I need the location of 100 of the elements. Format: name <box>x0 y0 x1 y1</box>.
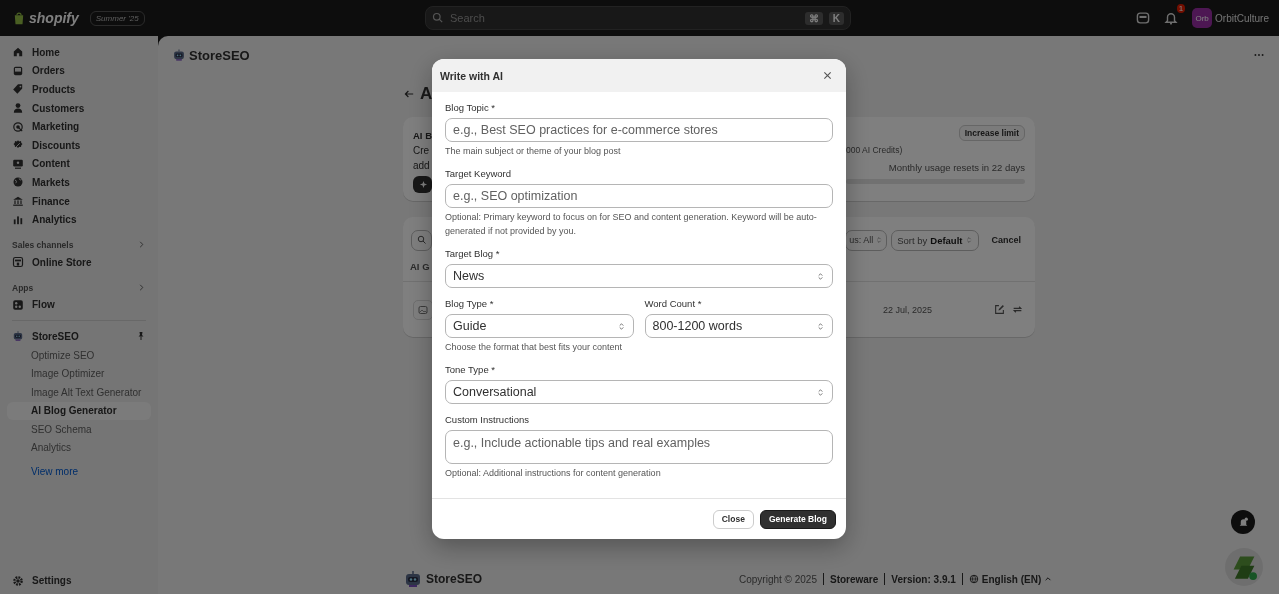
input-field[interactable]: e.g., SEO optimization <box>445 184 833 208</box>
nav-item[interactable]: Finance <box>7 191 151 211</box>
store-name[interactable]: OrbitCulture <box>1215 12 1269 24</box>
version-text: Version: 3.9.1 <box>891 573 956 585</box>
search-icon <box>417 235 427 245</box>
sort-caret-icon <box>816 271 825 281</box>
monitor-icon <box>12 157 24 170</box>
nav-item[interactable]: Customers <box>7 98 151 118</box>
select-field[interactable]: News <box>445 264 833 288</box>
field-label: Target Blog * <box>445 247 501 261</box>
image-icon <box>418 304 428 315</box>
caret-up-icon <box>1044 575 1053 583</box>
bar-chart-icon <box>12 213 24 226</box>
chevron-right-icon[interactable] <box>137 283 146 293</box>
robot-icon <box>403 569 423 589</box>
language-selector[interactable]: English (EN) <box>968 573 1053 585</box>
sort-caret-icon <box>816 321 825 331</box>
generate-blog-button[interactable]: Generate Blog <box>759 509 836 529</box>
nav-item[interactable]: Marketing <box>7 117 151 136</box>
select-field[interactable]: Guide <box>445 314 634 338</box>
globe-icon <box>968 574 979 584</box>
view-more-link[interactable]: View more <box>7 462 151 481</box>
card-text: Cre <box>413 144 430 157</box>
date-text: 22 Jul, 2025 <box>882 304 932 315</box>
nav-subitem[interactable]: Image Optimizer <box>7 364 151 383</box>
field-label: Target Keyword <box>445 167 512 181</box>
gear-icon <box>12 574 24 587</box>
edition-badge: Summer '25 <box>89 10 145 26</box>
app-title: StoreSEO <box>189 47 250 63</box>
close-button[interactable]: Close <box>712 509 754 529</box>
select-field[interactable]: 800-1200 words <box>644 314 833 338</box>
credits-text: 000 AI Credits) <box>846 145 904 155</box>
nav-item[interactable]: Settings <box>7 571 151 590</box>
robot-icon <box>172 48 186 62</box>
nav-item[interactable]: Products <box>7 80 151 99</box>
field-label: Word Count * <box>644 297 703 311</box>
nav-subitem[interactable]: Image Alt Text Generator <box>7 382 151 402</box>
nav-item[interactable]: Content <box>7 154 151 174</box>
text-area[interactable]: e.g., Include actionable tips and real examples <box>445 430 833 464</box>
card-title: AI B <box>413 129 432 142</box>
inbox-icon <box>12 64 24 77</box>
field-label: Blog Topic * <box>445 101 496 115</box>
status-filter[interactable]: us: All <box>845 229 888 251</box>
target-icon <box>12 120 24 133</box>
nav-item[interactable]: Analytics <box>7 210 151 229</box>
nav-item[interactable]: Online Store <box>7 252 151 272</box>
leaf-logo-icon <box>1231 554 1257 580</box>
sync-icon[interactable] <box>1012 304 1023 315</box>
pin-icon[interactable] <box>136 331 146 342</box>
tab[interactable]: AI G <box>410 261 430 281</box>
storefront-icon <box>12 256 24 269</box>
notification-button[interactable] <box>1231 510 1255 534</box>
reset-note: Monthly usage resets in 22 days <box>888 162 1025 173</box>
sort-caret-icon <box>965 236 974 244</box>
section-heading: Apps <box>12 282 34 293</box>
nav-subitem[interactable]: SEO Schema <box>7 420 151 439</box>
nav-item[interactable]: Orders <box>7 61 151 81</box>
help-text: Choose the format that best fits your content <box>445 341 624 354</box>
notification-badge: 1 <box>1176 4 1186 13</box>
sparkle-icon <box>419 180 428 189</box>
avatar[interactable]: Orb <box>1192 8 1213 28</box>
nav-subitem[interactable]: Analytics <box>7 438 151 458</box>
company-link[interactable]: Storeware <box>829 573 879 585</box>
search-icon <box>432 12 444 24</box>
back-arrow-icon[interactable] <box>403 88 415 100</box>
nav-item[interactable]: Markets <box>7 173 151 192</box>
nav-item[interactable]: Home <box>7 43 151 62</box>
dialog-title: Write with AI <box>440 69 503 82</box>
input-field[interactable]: e.g., Best SEO practices for e-commerce stores <box>445 118 833 142</box>
nav-subitem[interactable]: Optimize SEO <box>7 345 151 365</box>
chevron-right-icon[interactable] <box>137 240 146 250</box>
nav-item[interactable]: StoreSEO <box>7 327 151 346</box>
sort-caret-icon <box>875 236 884 244</box>
bell-icon <box>1237 516 1249 528</box>
chat-launcher[interactable] <box>1225 548 1263 586</box>
shortcut-key: K <box>828 11 844 25</box>
sort-select[interactable]: Sort by Default <box>891 229 980 251</box>
help-text: Optional: Primary keyword to focus on for SEO and content generation. Keyword will be auto-generated if not provided by you. <box>445 211 818 238</box>
brand-logo[interactable]: shopify <box>29 10 79 26</box>
generate-button[interactable] <box>413 176 432 193</box>
nav-item[interactable]: Flow <box>7 295 151 315</box>
card-text: add <box>413 159 430 172</box>
section-heading: Sales channels <box>12 239 74 250</box>
tag-icon <box>12 83 24 96</box>
copyright-text: Copyright © 2025 <box>739 573 817 585</box>
page-heading: A <box>420 84 433 104</box>
shortcut-key: ⌘ <box>804 11 823 25</box>
increase-limit-button[interactable]: Increase limit <box>958 125 1025 141</box>
nav-item[interactable]: Discounts <box>7 135 151 155</box>
bank-icon <box>12 195 24 208</box>
nav-subitem[interactable]: AI Blog Generator <box>7 401 151 421</box>
cancel-button[interactable]: Cancel <box>991 235 1021 245</box>
close-icon[interactable] <box>823 71 832 80</box>
bell-icon[interactable] <box>1164 11 1179 25</box>
footer-logo: StoreSEO <box>426 572 482 586</box>
storefront-icon[interactable] <box>1136 11 1151 25</box>
help-text: The main subject or theme of your blog post <box>445 145 622 158</box>
select-field[interactable]: Conversational <box>445 380 833 404</box>
help-text: Optional: Additional instructions for content generation <box>445 467 662 480</box>
edit-icon[interactable] <box>994 304 1005 315</box>
